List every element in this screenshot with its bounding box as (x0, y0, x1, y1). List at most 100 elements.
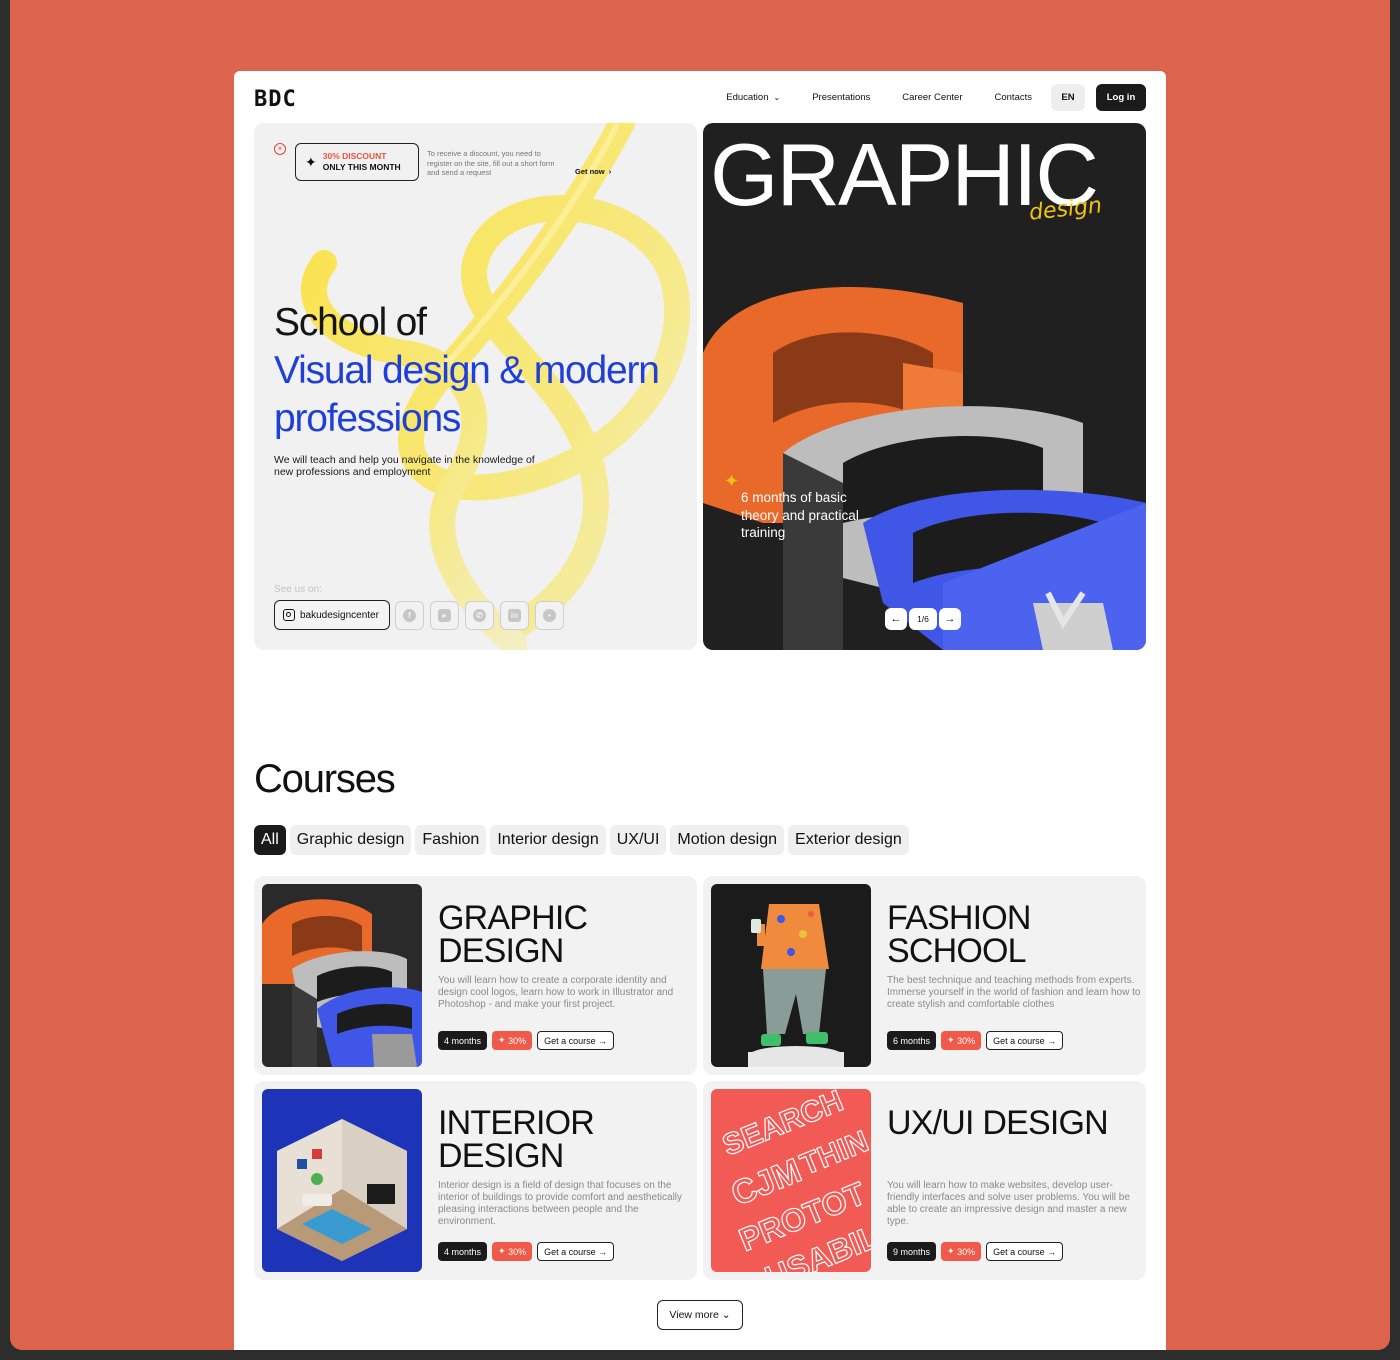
duration-badge: 4 months (438, 1031, 488, 1050)
linkedin-icon: in (507, 608, 521, 622)
get-course-button[interactable]: Get a course → (537, 1242, 615, 1261)
location-button[interactable]: • (534, 600, 564, 630)
slide-note: 6 months of basic theory and practical t… (741, 490, 859, 540)
sparkle-icon: ✦ (498, 1246, 509, 1256)
sparkle-icon: ✦ (498, 1035, 509, 1045)
location-icon: • (542, 608, 556, 622)
chevron-right-icon: › (606, 167, 612, 176)
view-more-label: View more (669, 1309, 719, 1321)
duration-badge: 9 months (887, 1242, 937, 1261)
instagram-icon (283, 609, 295, 621)
course-filters: All Graphic design Fashion Interior desi… (254, 825, 913, 855)
filter-exterior-design[interactable]: Exterior design (788, 825, 909, 855)
arrow-right-icon: → (1044, 1246, 1057, 1257)
whatsapp-button[interactable]: ✆ (464, 600, 494, 630)
course-meta: 4 months ✦ 30% Get a course → (438, 1031, 615, 1050)
get-now-link[interactable]: Get now › (575, 167, 611, 176)
course-thumb-graphic (262, 884, 422, 1067)
instagram-handle: bakudesigncenter (300, 609, 379, 621)
nav-contacts[interactable]: Contacts (995, 92, 1033, 103)
ux-word: THIN (796, 1125, 871, 1182)
filter-interior-design[interactable]: Interior design (490, 825, 606, 855)
course-description: Interior design is a field of design tha… (438, 1180, 683, 1227)
login-button[interactable]: Log in (1096, 83, 1146, 111)
arrow-left-icon[interactable]: ← (885, 608, 907, 630)
duration-badge: 6 months (887, 1031, 937, 1050)
course-description: You will learn how to make websites, dev… (887, 1180, 1130, 1227)
see-us-label: See us on: (274, 584, 322, 595)
sparkle-icon: ✦ (724, 471, 740, 491)
get-course-label: Get a course (993, 1246, 1045, 1257)
discount-badge: ✦ 30% (492, 1242, 533, 1261)
course-thumb-fashion (711, 884, 871, 1067)
filter-fashion[interactable]: Fashion (415, 825, 487, 855)
hero-title: School of Visual design & modern profess… (274, 299, 694, 443)
chevron-down-icon: ⌄ (773, 92, 781, 102)
nav-education[interactable]: Education ⌄ (726, 92, 780, 103)
discount-value: 30% (957, 1246, 976, 1257)
discount-badge[interactable]: ✦ 30% DISCOUNT ONLY THIS MONTH (295, 143, 419, 181)
course-thumb-uxui: E SEARCH Y CJM THIN PROTOT USABIL (711, 1089, 871, 1272)
filter-motion-design[interactable]: Motion design (670, 825, 785, 855)
landing-page: BDC Education ⌄ Presentations Career Cen… (234, 71, 1166, 1350)
course-title: UX/UI DESIGN (887, 1104, 1109, 1142)
discount-badge: ✦ 30% (492, 1031, 533, 1050)
hero-slider: GRAPHIC design ✦ 6 months of basic theor… (703, 123, 1146, 650)
whatsapp-icon: ✆ (472, 608, 486, 622)
course-card-uxui[interactable]: E SEARCH Y CJM THIN PROTOT USABIL UX/UI … (703, 1081, 1146, 1280)
filter-ux-ui[interactable]: UX/UI (609, 825, 667, 855)
courses-heading: Courses (254, 757, 396, 801)
discount-badge: ✦ 30% (941, 1242, 982, 1261)
discount-label: 30% DISCOUNT (322, 151, 387, 161)
course-title: INTERIOR DESIGN (438, 1104, 595, 1175)
duration-badge: 4 months (438, 1242, 488, 1261)
course-title: FASHION SCHOOL (887, 899, 1031, 970)
course-meta: 6 months ✦ 30% Get a course → (887, 1031, 1064, 1050)
discount-value: 30% (957, 1035, 976, 1046)
slide-counter: 1/6 (909, 608, 937, 630)
facebook-button[interactable]: f (394, 600, 424, 630)
get-course-button[interactable]: Get a course → (986, 1242, 1064, 1261)
language-switch[interactable]: EN (1051, 83, 1085, 111)
course-thumb-interior (262, 1089, 422, 1272)
ux-word: Y (711, 1176, 716, 1214)
filter-all[interactable]: All (254, 825, 286, 855)
course-title: GRAPHIC DESIGN (438, 899, 588, 970)
course-card-fashion[interactable]: FASHION SCHOOL The best technique and te… (703, 876, 1146, 1075)
course-meta: 9 months ✦ 30% Get a course → (887, 1242, 1064, 1261)
get-course-button[interactable]: Get a course → (986, 1031, 1064, 1050)
view-more-button[interactable]: View more ⌄ (657, 1300, 743, 1330)
close-icon[interactable]: × (274, 143, 286, 155)
sparkle-icon: ✦ (305, 153, 317, 170)
logo[interactable]: BDC (254, 87, 297, 112)
arrow-right-icon: → (595, 1035, 608, 1046)
get-course-button[interactable]: Get a course → (537, 1031, 615, 1050)
nav-career-center[interactable]: Career Center (902, 92, 962, 103)
course-card-interior[interactable]: INTERIOR DESIGN Interior design is a fie… (254, 1081, 697, 1280)
get-course-label: Get a course (544, 1035, 596, 1046)
discount-value: 30% (508, 1246, 527, 1257)
course-description: You will learn how to create a corporate… (438, 975, 674, 1010)
discount-value: 30% (508, 1035, 527, 1046)
sparkle-icon: ✦ (947, 1035, 958, 1045)
hero-panel: × ✦ 30% DISCOUNT ONLY THIS MONTH To rece… (254, 123, 697, 650)
chevron-down-icon: ⌄ (718, 1309, 731, 1321)
hero-title-line2: Visual design & modern professions (274, 349, 660, 440)
course-card-graphic[interactable]: GRAPHIC DESIGN You will learn how to cre… (254, 876, 697, 1075)
get-course-label: Get a course (544, 1246, 596, 1257)
sparkle-icon: ✦ (947, 1246, 958, 1256)
hero-subtitle: We will teach and help you navigate in t… (274, 454, 535, 478)
get-now-label: Get now (575, 167, 605, 176)
linkedin-button[interactable]: in (499, 600, 529, 630)
discount-period: ONLY THIS MONTH (322, 162, 401, 172)
youtube-button[interactable]: ▸ (429, 600, 459, 630)
discount-badge: ✦ 30% (941, 1031, 982, 1050)
youtube-icon: ▸ (437, 608, 451, 622)
nav-presentations[interactable]: Presentations (812, 92, 870, 103)
arrow-right-icon[interactable]: → (939, 608, 961, 630)
social-links: bakudesigncenter f ▸ ✆ in • (274, 600, 570, 630)
arrow-right-icon: → (595, 1246, 608, 1257)
hero-title-line1: School of (274, 301, 427, 344)
filter-graphic-design[interactable]: Graphic design (289, 825, 412, 855)
instagram-button[interactable]: bakudesigncenter (274, 600, 390, 630)
